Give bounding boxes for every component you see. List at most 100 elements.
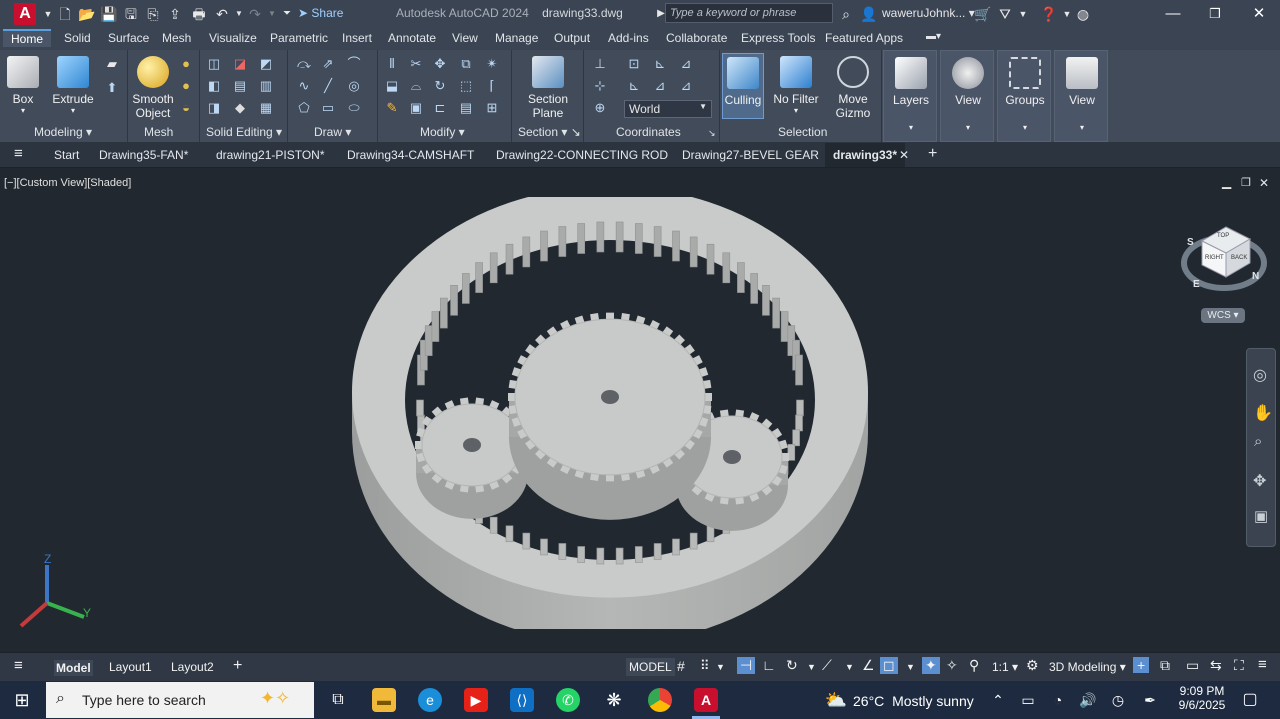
ucs-icon-properties-icon[interactable]: ⊹ [592, 78, 608, 94]
store-cart-icon[interactable]: 🛒 [974, 5, 992, 23]
osnap-dropdown-icon[interactable]: ▼ [906, 662, 915, 672]
edit-polyline-icon[interactable]: ⊞ [484, 100, 500, 116]
move-gizmo-button[interactable]: Move Gizmo [830, 56, 876, 120]
extract-edges-icon[interactable]: ▥ [258, 78, 274, 94]
new-tab-icon[interactable]: + [928, 145, 937, 163]
extrude-button[interactable]: Extrude ▾ [50, 56, 96, 115]
close-tab-icon[interactable]: ✕ [899, 148, 909, 162]
workspace-switcher[interactable]: 3D Modeling ▾ [1049, 660, 1126, 674]
solid-editing-panel-label[interactable]: Solid Editing ▾ [206, 125, 282, 139]
save-as-icon[interactable]: 🖫 [122, 5, 140, 23]
mesh-smooth-more-icon[interactable]: ● [178, 56, 194, 72]
polar-dropdown-icon[interactable]: ▼ [807, 662, 816, 672]
scale-icon[interactable]: ⬚ [458, 78, 474, 94]
smooth-object-button[interactable]: Smooth Object [130, 56, 176, 120]
model-space-button[interactable]: MODEL [626, 658, 675, 676]
ucs-origin-icon[interactable]: ⊾ [652, 56, 668, 72]
ucs-previous-icon[interactable]: ⊾ [626, 78, 642, 94]
ucs-world-dropdown[interactable]: World ▼ [624, 100, 712, 118]
isodraft-dropdown-icon[interactable]: ▼ [845, 662, 854, 672]
save-icon[interactable]: 💾 [100, 5, 118, 23]
help-icon[interactable]: ❓ [1040, 5, 1058, 23]
viewport-restore-icon[interactable]: ❐ [1241, 176, 1251, 189]
save-web-icon[interactable]: ⇪ [166, 5, 184, 23]
separate-icon[interactable]: ◨ [206, 100, 222, 116]
task-view-icon[interactable]: ⧉ [326, 688, 350, 712]
box-button[interactable]: Box ▾ [6, 56, 40, 115]
edge-browser-icon[interactable]: e [418, 688, 442, 712]
arc-icon[interactable]: ⌒ [346, 56, 362, 72]
view-button[interactable]: View ▾ [1054, 50, 1108, 142]
lock-ui-icon[interactable]: ⇆ [1210, 657, 1222, 674]
ray-icon[interactable]: ╱ [320, 78, 336, 94]
polygon-icon[interactable]: ⬠ [296, 100, 312, 116]
doc-tab-start[interactable]: Start [54, 148, 79, 162]
isodraft-icon[interactable]: ⟋ [822, 657, 832, 674]
file-explorer-icon[interactable]: ▬ [372, 688, 396, 712]
new-file-icon[interactable]: 🗋 [56, 5, 74, 23]
doc-tab[interactable]: Drawing35-FAN* [99, 148, 188, 162]
app-dropdown-icon[interactable]: ▼ [1014, 5, 1032, 23]
infer-constraints-icon[interactable]: ⊣ [737, 657, 756, 674]
stretch-icon[interactable]: ⬓ [384, 78, 400, 94]
autocad-taskbar-icon[interactable]: A [694, 688, 718, 712]
draw-panel-label[interactable]: Draw ▾ [314, 125, 351, 139]
ribbon-display-toggle-icon[interactable]: ▬▾ [926, 31, 941, 42]
snap-icon[interactable]: ⠿ [700, 658, 710, 674]
viewcube-back-face[interactable]: BACK [1231, 255, 1247, 261]
compass-s[interactable]: S [1187, 237, 1194, 248]
undo-icon[interactable]: ↶ [213, 5, 231, 23]
close-icon[interactable]: ✕ [1249, 4, 1269, 24]
union-icon[interactable]: ◫ [206, 56, 222, 72]
autocad-logo-icon[interactable]: A [14, 3, 36, 25]
youtube-icon[interactable]: ▶ [464, 688, 488, 712]
units-icon[interactable]: ⧉ [1160, 657, 1170, 674]
circle-icon[interactable]: ◎ [346, 78, 362, 94]
polysolid-icon[interactable]: ▰ [104, 56, 120, 72]
mirror-icon[interactable]: ⫴ [384, 56, 400, 72]
intersect-icon[interactable]: ◩ [258, 56, 274, 72]
pan-icon[interactable]: ✋ [1253, 403, 1273, 423]
slice-icon[interactable]: ▤ [232, 78, 248, 94]
shell-icon[interactable]: ◆ [232, 100, 248, 116]
modeling-panel-label[interactable]: Modeling ▾ [34, 125, 92, 139]
tray-chevron-icon[interactable]: ⌃ [986, 688, 1010, 712]
annotation-scale-icon[interactable]: ⚲ [969, 657, 979, 674]
no-filter-button[interactable]: No Filter ▾ [772, 56, 820, 115]
layout2-tab[interactable]: Layout2 [171, 660, 214, 674]
plot-icon[interactable]: 🖶 [190, 5, 208, 23]
grid-icon[interactable]: # [677, 658, 685, 674]
osnap-tracking-icon[interactable]: ∠ [862, 657, 875, 674]
spline-icon[interactable]: ∿ [296, 78, 312, 94]
viewport-minimize-icon[interactable]: ▁ [1222, 175, 1231, 189]
offset-icon[interactable]: ⊏ [432, 100, 448, 116]
culling-button[interactable]: Culling [722, 53, 764, 119]
fillet-icon[interactable]: ⌓ [408, 78, 424, 94]
tab-parametric[interactable]: Parametric [270, 31, 328, 45]
rectangle-icon[interactable]: ▭ [320, 100, 336, 116]
doc-tab-active[interactable]: drawing33* [825, 143, 906, 167]
chatgpt-icon[interactable]: ❋ [602, 688, 626, 712]
orbit-icon[interactable]: ✥ [1253, 471, 1266, 491]
layouts-menu-icon[interactable]: ≡ [14, 657, 23, 674]
tab-output[interactable]: Output [554, 31, 590, 45]
view-panel-button[interactable]: View ▾ [940, 50, 994, 142]
tab-add-ins[interactable]: Add-ins [608, 31, 649, 45]
workspace-gear-icon[interactable]: ⚙ [1026, 657, 1039, 674]
viewport-controls-label[interactable]: [−][Custom View][Shaded] [4, 177, 131, 189]
layers-button[interactable]: Layers ▾ [883, 50, 937, 142]
polar-icon[interactable]: ↻ [786, 657, 798, 674]
explode-icon[interactable]: ✴ [484, 56, 500, 72]
layout1-tab[interactable]: Layout1 [109, 660, 152, 674]
redo-icon[interactable]: ↷ [246, 5, 264, 23]
subtract-icon[interactable]: ◪ [232, 56, 248, 72]
ucs-y-icon[interactable]: ⊿ [652, 78, 668, 94]
move-icon[interactable]: ✥ [432, 56, 448, 72]
onedrive-icon[interactable]: ◷ [1106, 688, 1130, 712]
tab-collaborate[interactable]: Collaborate [666, 31, 727, 45]
array-icon[interactable]: ▣ [408, 100, 424, 116]
refine-mesh-icon[interactable]: ◒ [178, 100, 194, 116]
tab-surface[interactable]: Surface [108, 31, 149, 45]
presspull-icon[interactable]: ⬆ [104, 80, 120, 96]
viewcube-right-face[interactable]: RIGHT [1205, 255, 1224, 261]
